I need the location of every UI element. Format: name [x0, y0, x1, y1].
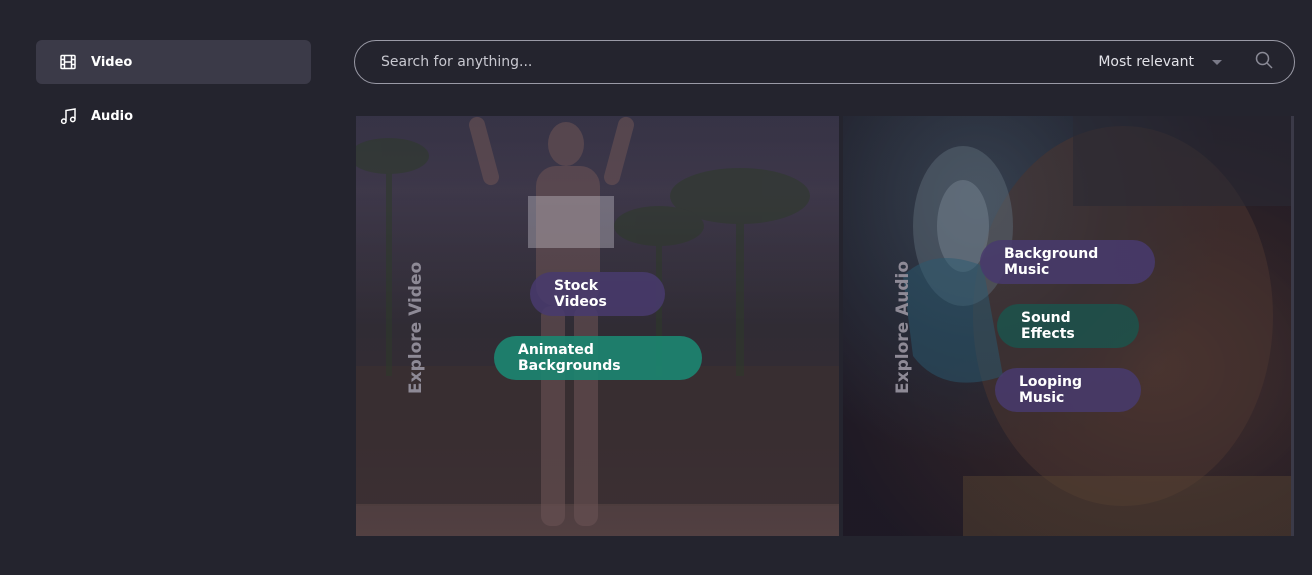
tag-background-music[interactable]: Background Music	[980, 240, 1155, 284]
sidebar-item-label: Video	[91, 54, 133, 70]
explore-audio-heading: Explore Audio	[893, 260, 913, 394]
sidebar-item-video[interactable]: Video	[36, 40, 311, 84]
explore-audio-panel[interactable]: Explore Audio Background Music Sound Eff…	[843, 116, 1291, 536]
search-button[interactable]	[1244, 42, 1284, 82]
explore-video-heading: Explore Video	[406, 261, 426, 394]
tag-sound-effects[interactable]: Sound Effects	[997, 304, 1139, 348]
panel-divider	[1291, 116, 1294, 536]
tag-looping-music[interactable]: Looping Music	[995, 368, 1141, 412]
chevron-down-icon	[1212, 59, 1222, 65]
sidebar-item-label: Audio	[91, 108, 134, 124]
video-background-image	[356, 116, 839, 536]
film-icon	[60, 53, 78, 71]
sidebar: Video Audio	[36, 40, 311, 148]
explore-video-panel[interactable]: Explore Video Stock Videos Animated Back…	[356, 116, 839, 536]
search-input[interactable]	[379, 53, 1099, 71]
tag-stock-videos[interactable]: Stock Videos	[530, 272, 665, 316]
sort-dropdown[interactable]: Most relevant	[1098, 54, 1222, 70]
music-note-icon	[60, 107, 78, 125]
tag-animated-backgrounds[interactable]: Animated Backgrounds	[494, 336, 702, 380]
search-icon	[1255, 51, 1273, 73]
sidebar-item-audio[interactable]: Audio	[36, 94, 311, 138]
search-bar: Most relevant	[354, 40, 1295, 84]
sort-label: Most relevant	[1098, 54, 1194, 70]
